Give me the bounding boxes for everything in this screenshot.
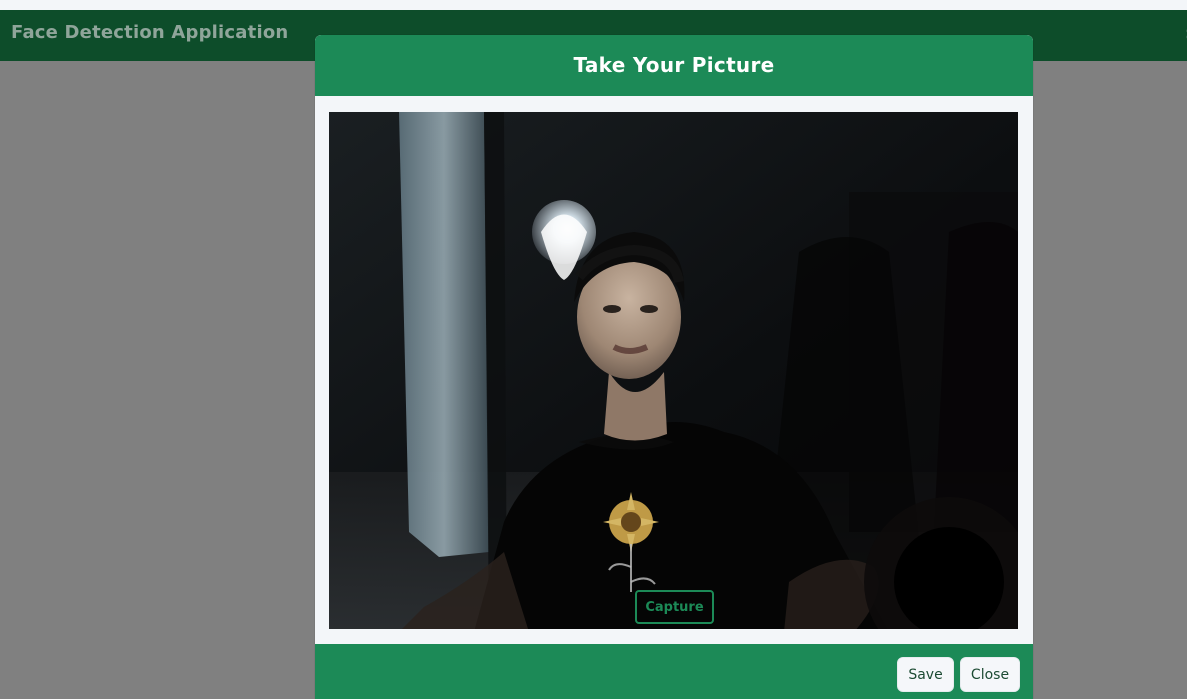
modal-header: Take Your Picture (315, 35, 1033, 96)
save-button[interactable]: Save (897, 657, 954, 692)
take-picture-modal: Take Your Picture Capture Save Close (315, 35, 1033, 699)
modal-footer: Save Close (315, 644, 1033, 699)
modal-title: Take Your Picture (573, 53, 775, 77)
camera-video-feed (329, 112, 1018, 629)
app-brand-title: Face Detection Application (11, 22, 289, 43)
close-button[interactable]: Close (960, 657, 1020, 692)
camera-preview: Capture (329, 112, 1018, 629)
top-window-strip (0, 0, 1187, 10)
capture-button[interactable]: Capture (635, 590, 714, 624)
